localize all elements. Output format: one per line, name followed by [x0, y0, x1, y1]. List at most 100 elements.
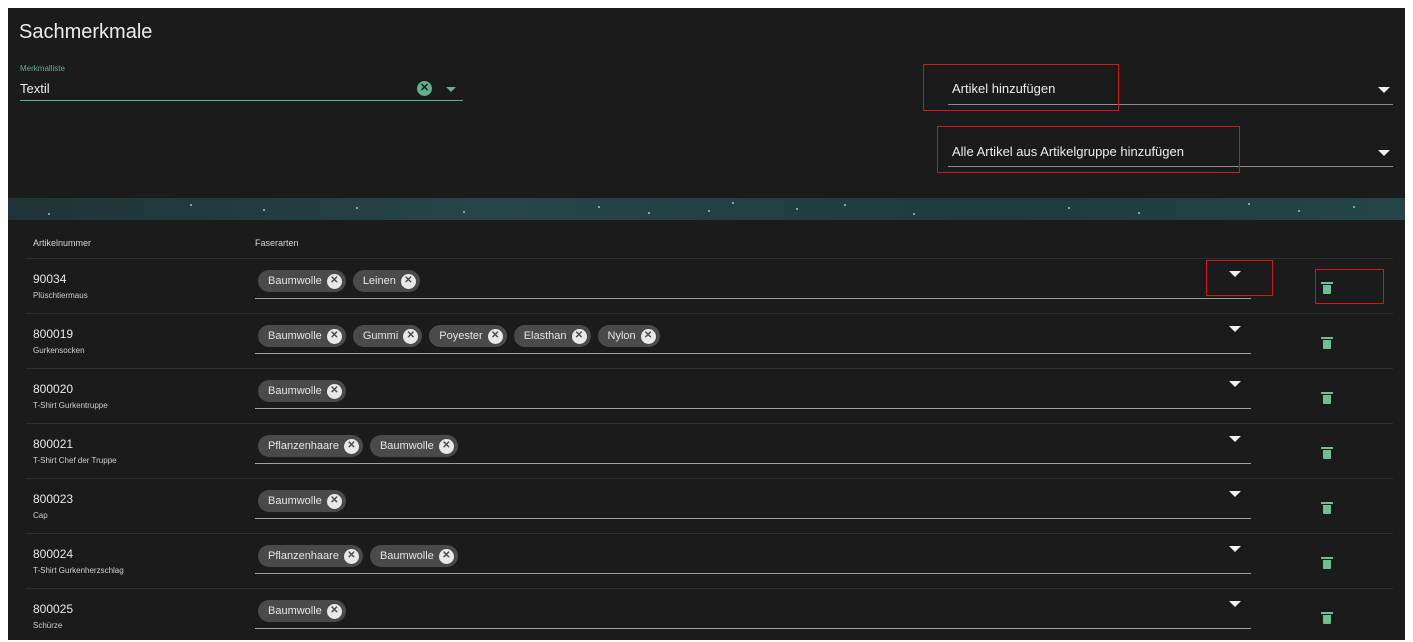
- page-title: Sachmerkmale: [19, 21, 153, 43]
- artikelname: Gurkensocken: [33, 346, 85, 355]
- chip-label: Pflanzenhaare: [268, 550, 339, 562]
- chip-remove-icon[interactable]: ✕: [400, 273, 416, 289]
- chip-remove-icon[interactable]: ✕: [438, 548, 454, 564]
- merkmalliste-label: Merkmalliste: [20, 64, 65, 73]
- faserarten-select[interactable]: Pflanzenhaare ✕ Baumwolle ✕: [258, 545, 458, 567]
- faser-chip: Baumwolle ✕: [258, 600, 346, 622]
- trash-icon[interactable]: [1321, 392, 1333, 404]
- chip-label: Elasthan: [523, 330, 567, 342]
- artikelname: T-Shirt Gurkentruppe: [33, 401, 108, 410]
- trash-icon[interactable]: [1321, 557, 1333, 569]
- faserarten-underline: [255, 353, 1251, 354]
- sachmerkmale-panel: Sachmerkmale Merkmalliste Textil ✕ Artik…: [8, 8, 1405, 640]
- faserarten-underline: [255, 518, 1251, 519]
- faserarten-select[interactable]: Baumwolle ✕: [258, 490, 346, 512]
- artikelnummer: 90034: [33, 272, 67, 286]
- caret-down-icon[interactable]: [1378, 150, 1390, 156]
- merkmalliste-select[interactable]: Textil: [20, 81, 50, 96]
- chip-remove-icon[interactable]: ✕: [343, 438, 359, 454]
- faser-chip: Baumwolle ✕: [258, 380, 346, 402]
- chip-remove-icon[interactable]: ✕: [326, 328, 342, 344]
- column-header-artikelnummer: Artikelnummer: [33, 238, 92, 248]
- chip-label: Baumwolle: [268, 495, 322, 507]
- highlight-box: [1206, 260, 1273, 296]
- chip-remove-icon[interactable]: ✕: [326, 383, 342, 399]
- trash-icon[interactable]: [1321, 502, 1333, 514]
- faserarten-select[interactable]: Pflanzenhaare ✕ Baumwolle ✕: [258, 435, 458, 457]
- caret-down-icon[interactable]: [1229, 326, 1241, 332]
- chip-label: Baumwolle: [268, 605, 322, 617]
- chip-label: Baumwolle: [268, 275, 322, 287]
- chip-label: Nylon: [607, 330, 636, 342]
- caret-down-icon[interactable]: [1229, 601, 1241, 607]
- chip-remove-icon[interactable]: ✕: [487, 328, 503, 344]
- faserarten-select[interactable]: Baumwolle ✕ Gummi ✕ Poyester ✕ Elasthan ✕ Ny…: [258, 325, 660, 347]
- caret-down-icon[interactable]: [1229, 436, 1241, 442]
- caret-down-icon[interactable]: [446, 87, 456, 92]
- merkmalliste-underline: [20, 100, 463, 101]
- faser-chip: Baumwolle ✕: [258, 270, 346, 292]
- faser-chip: Baumwolle ✕: [258, 490, 346, 512]
- faserarten-select[interactable]: Baumwolle ✕: [258, 380, 346, 402]
- artikelnummer: 800020: [33, 382, 74, 396]
- chip-label: Baumwolle: [268, 385, 322, 397]
- faserarten-underline: [255, 628, 1251, 629]
- artikelname: T-Shirt Chef der Truppe: [33, 456, 117, 465]
- caret-down-icon[interactable]: [1378, 87, 1390, 93]
- column-header-faserarten: Faserarten: [255, 238, 299, 248]
- artikelname: Plüschtiermaus: [33, 291, 88, 300]
- artikelname: Schürze: [33, 621, 63, 630]
- chip-remove-icon[interactable]: ✕: [326, 603, 342, 619]
- chip-remove-icon[interactable]: ✕: [326, 493, 342, 509]
- faser-chip: Poyester ✕: [429, 325, 507, 347]
- faser-chip: Baumwolle ✕: [258, 325, 346, 347]
- chip-label: Poyester: [439, 330, 483, 342]
- faserarten-underline: [255, 463, 1251, 464]
- caret-down-icon[interactable]: [1229, 546, 1241, 552]
- table-row: 800019 Gurkensocken Baumwolle ✕ Gummi ✕ Po…: [26, 313, 1393, 368]
- clear-circle-icon[interactable]: ✕: [417, 81, 432, 96]
- chip-label: Pflanzenhaare: [268, 440, 339, 452]
- faser-chip: Pflanzenhaare ✕: [258, 435, 363, 457]
- table-row: 800025 Schürze Baumwolle ✕: [26, 588, 1393, 640]
- chip-remove-icon[interactable]: ✕: [343, 548, 359, 564]
- faserarten-select[interactable]: Baumwolle ✕ Leinen ✕: [258, 270, 420, 292]
- chip-label: Baumwolle: [379, 440, 434, 452]
- table-row: 800024 T-Shirt Gurkenherzschlag Pflanzen…: [26, 533, 1393, 588]
- chip-remove-icon[interactable]: ✕: [403, 328, 419, 344]
- artikelnummer: 800024: [33, 547, 74, 561]
- faser-chip: Pflanzenhaare ✕: [258, 545, 363, 567]
- faser-chip: Nylon ✕: [597, 325, 660, 347]
- faser-chip: Baumwolle ✕: [369, 435, 458, 457]
- highlight-box: [923, 64, 1119, 111]
- table-row: 90034 Plüschtiermaus Baumwolle ✕ Leinen ✕: [26, 258, 1393, 313]
- faserarten-select[interactable]: Baumwolle ✕: [258, 600, 346, 622]
- faser-chip: Leinen ✕: [352, 270, 420, 292]
- highlight-box: [937, 126, 1240, 173]
- artikelnummer: 800025: [33, 602, 74, 616]
- chip-remove-icon[interactable]: ✕: [438, 438, 454, 454]
- chip-remove-icon[interactable]: ✕: [571, 328, 587, 344]
- trash-icon[interactable]: [1321, 447, 1333, 459]
- faser-chip: Baumwolle ✕: [369, 545, 458, 567]
- trash-icon[interactable]: [1321, 612, 1333, 624]
- faserarten-underline: [255, 298, 1251, 299]
- chip-label: Baumwolle: [379, 550, 434, 562]
- highlight-box: [1315, 269, 1384, 304]
- chip-remove-icon[interactable]: ✕: [640, 328, 656, 344]
- chip-remove-icon[interactable]: ✕: [326, 273, 342, 289]
- artikelname: T-Shirt Gurkenherzschlag: [33, 566, 124, 575]
- faser-chip: Gummi ✕: [352, 325, 423, 347]
- artikelnummer: 800019: [33, 327, 74, 341]
- faser-chip: Elasthan ✕: [513, 325, 591, 347]
- decorative-banner: [8, 198, 1405, 220]
- faserarten-underline: [255, 573, 1251, 574]
- table-row: 800021 T-Shirt Chef der Truppe Pflanzenh…: [26, 423, 1393, 478]
- trash-icon[interactable]: [1321, 337, 1333, 349]
- caret-down-icon[interactable]: [1229, 381, 1241, 387]
- artikelnummer: 800023: [33, 492, 74, 506]
- artikelnummer: 800021: [33, 437, 74, 451]
- chip-label: Baumwolle: [268, 330, 322, 342]
- caret-down-icon[interactable]: [1229, 491, 1241, 497]
- faserarten-underline: [255, 408, 1251, 409]
